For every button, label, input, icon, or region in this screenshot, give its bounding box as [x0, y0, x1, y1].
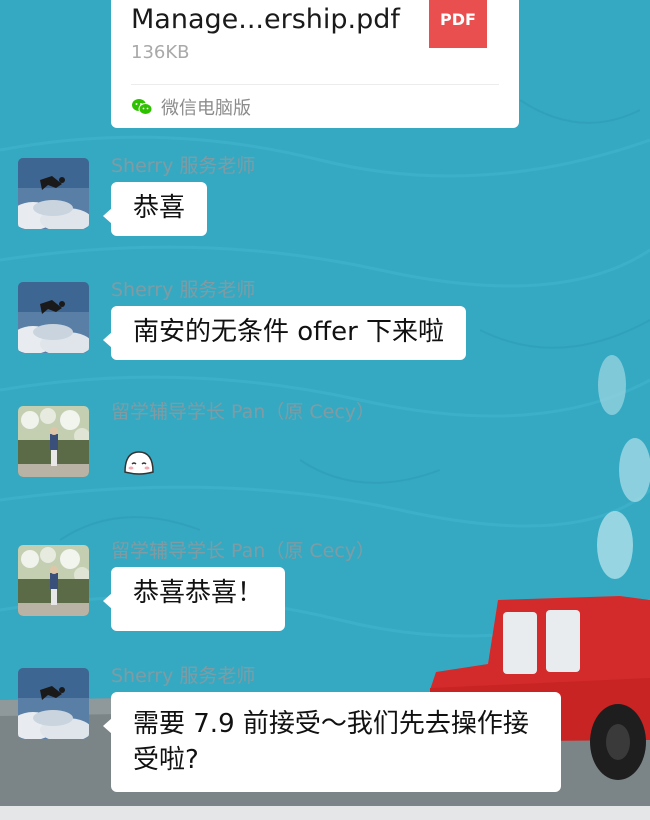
- blushing-face-sticker[interactable]: [122, 448, 156, 482]
- message-bubble[interactable]: 南安的无条件 offer 下来啦: [102, 306, 467, 360]
- sender-name: Sherry 服务老师: [111, 155, 256, 177]
- file-source: 微信电脑版: [131, 92, 251, 122]
- file-name: Manage...ership.pdf: [131, 4, 400, 35]
- sender-name: Sherry 服务老师: [111, 279, 256, 301]
- skydiver-avatar[interactable]: [18, 282, 89, 353]
- message-bubble[interactable]: 恭喜: [102, 182, 208, 236]
- message-row: Sherry 服务老师 南安的无条件 offer 下来啦: [0, 276, 650, 376]
- message-row: 留学辅导学长 Pan（原 Cecy）: [0, 398, 650, 498]
- message-bubble[interactable]: 需要 7.9 前接受～我们先去操作接受啦?: [103, 692, 561, 792]
- pdf-file-icon: PDF: [429, 0, 487, 48]
- message-row: Sherry 服务老师 需要 7.9 前接受～我们先去操作接受啦?: [0, 662, 650, 802]
- sender-name: 留学辅导学长 Pan（原 Cecy）: [111, 540, 376, 562]
- skydiver-avatar[interactable]: [18, 158, 89, 229]
- file-size: 136KB: [131, 42, 190, 63]
- message-row: Sherry 服务老师 恭喜: [0, 152, 650, 252]
- file-card-divider: [131, 84, 499, 85]
- person-garden-avatar[interactable]: [18, 545, 89, 616]
- wechat-icon: [132, 99, 153, 115]
- file-message-card[interactable]: Manage...ership.pdf 136KB PDF 微信电脑版: [111, 0, 519, 128]
- skydiver-avatar[interactable]: [18, 668, 89, 739]
- sender-name: 留学辅导学长 Pan（原 Cecy）: [111, 401, 376, 423]
- person-garden-avatar[interactable]: [18, 406, 89, 477]
- sender-name: Sherry 服务老师: [111, 665, 256, 687]
- bottom-strip: [0, 806, 650, 820]
- message-bubble[interactable]: 恭喜恭喜！: [102, 567, 286, 631]
- message-row: 留学辅导学长 Pan（原 Cecy） 恭喜恭喜！: [0, 537, 650, 637]
- file-source-label: 微信电脑版: [161, 98, 251, 119]
